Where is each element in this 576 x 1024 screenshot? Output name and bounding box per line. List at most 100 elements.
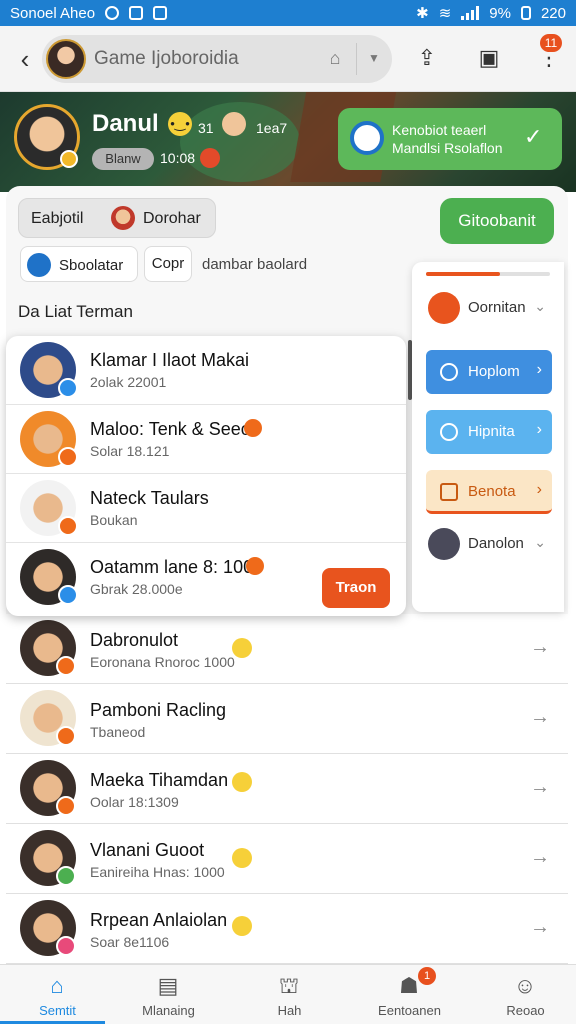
menu-item-bottom-label: Danolon xyxy=(468,535,524,552)
menu-button-1[interactable]: Hoplom › xyxy=(426,350,552,394)
notification-line1: Kenobiot teaerl xyxy=(392,122,487,138)
chat-icon xyxy=(153,6,168,20)
chevron-right-icon: › xyxy=(536,481,542,498)
friend-row[interactable]: Rrpean Anlaiolan Soar 8e1106 → xyxy=(6,894,568,964)
instagram-icon xyxy=(129,6,144,20)
player-chip[interactable]: Eabjotil Dorohar xyxy=(18,198,216,238)
nav-item-map[interactable]: ⛫ Hah xyxy=(232,965,347,1024)
friend-status-badge xyxy=(56,796,76,816)
messenger-icon xyxy=(105,6,120,20)
profile-name: Danul xyxy=(92,110,159,137)
friend-sub: Tbaneod xyxy=(90,724,146,740)
friend-sub: Eoronana Rnoroc 1000 xyxy=(90,654,235,670)
friend-sub: Soar 8e1106 xyxy=(90,934,170,950)
app-bar: ‹ Game Ijoboroidia ⌂ ▼ ⇪ ▣ ⋮ 11 xyxy=(0,26,576,92)
filter-icon xyxy=(27,253,51,277)
filter-chip-1[interactable]: Sboolatar xyxy=(20,246,138,282)
extra-text: 1ea7 xyxy=(256,120,288,136)
home-icon[interactable]: ⌂ xyxy=(324,47,346,69)
chevron-right-icon: › xyxy=(536,361,542,378)
friend-name: Rrpean Anlaiolan xyxy=(90,910,228,930)
arrow-right-icon[interactable]: → xyxy=(530,636,550,659)
battery-icon xyxy=(520,6,531,20)
menu-item-top-label: Oornitan xyxy=(468,299,526,316)
filter-chip-2[interactable]: Copr xyxy=(144,246,192,282)
filter-text: dambar baolard xyxy=(202,256,308,273)
bag-icon xyxy=(440,483,458,501)
home-icon: ⌂ xyxy=(50,973,64,998)
friend-name: Klamar I Ilaot Makai xyxy=(90,350,250,370)
friend-sub: Solar 18.121 xyxy=(90,443,170,459)
back-button[interactable]: ‹ xyxy=(12,44,38,74)
friend-name: Nateck Taulars xyxy=(90,488,209,508)
friend-row[interactable]: Dabronulot Eoronana Rnoroc 1000 → xyxy=(6,614,568,684)
menu-item-bottom[interactable]: Danolon ⌄ xyxy=(426,522,552,566)
arrow-right-icon[interactable]: → xyxy=(530,916,550,939)
nav-label: Eentoanen xyxy=(378,1003,441,1018)
tag-icon xyxy=(246,557,264,575)
share-icon[interactable]: ⇪ xyxy=(412,42,442,74)
map-icon: ⛫ xyxy=(278,973,300,998)
friend-status-badge xyxy=(56,656,76,676)
nav-item-store[interactable]: ▤ Mlanaing xyxy=(111,965,226,1024)
check-icon[interactable]: ✓ xyxy=(524,124,542,150)
notification-line2: Mandlsi Rsolaflon xyxy=(392,140,503,156)
emoji-icon xyxy=(232,916,252,936)
battery-percent: 9% xyxy=(489,4,511,22)
emoji-icon xyxy=(232,638,252,658)
character-icon xyxy=(222,112,246,136)
chevron-down-icon: ⌄ xyxy=(534,298,546,314)
status-bar: Sonoel Aheo ✱ ≋ 9% 220 xyxy=(0,0,576,26)
friend-name: Maloo: Tenk & Seeo xyxy=(90,419,251,439)
game-avatar xyxy=(46,39,86,79)
friend-sub: Oolar 18:1309 xyxy=(90,794,179,810)
emoji-icon xyxy=(232,848,252,868)
chevron-right-icon: › xyxy=(536,421,542,438)
status-carrier: Sonoel Aheo xyxy=(10,4,96,22)
orange-action-button[interactable]: Traon xyxy=(322,568,390,608)
divider xyxy=(356,43,357,75)
tag-icon xyxy=(244,419,262,437)
friend-row[interactable]: Nateck Taulars Boukan xyxy=(6,474,406,543)
nav-label: Hah xyxy=(277,1003,302,1018)
nav-item-home[interactable]: ⌂ Semtit xyxy=(0,965,115,1024)
timer-icon xyxy=(440,423,458,441)
app-logo-icon xyxy=(350,121,384,155)
nav-label: Semtit xyxy=(39,1003,76,1018)
friend-row[interactable]: Klamar I Ilaot Makai 2olak 22001 xyxy=(6,336,406,405)
bluetooth-icon: ✱ xyxy=(416,5,429,22)
chevron-down-icon[interactable]: ▼ xyxy=(364,47,384,69)
friend-sub: Eanireiha Hnas: 1000 xyxy=(90,864,225,880)
arrow-right-icon[interactable]: → xyxy=(530,776,550,799)
friend-status-badge xyxy=(58,516,78,536)
menu-button-2[interactable]: Hipnita › xyxy=(426,410,552,454)
mood-text: 31 xyxy=(198,120,214,136)
friend-row[interactable]: Maloo: Tenk & Seeo Solar 18.121 xyxy=(6,405,406,474)
friend-row[interactable]: Vlanani Guoot Eanireiha Hnas: 1000 → xyxy=(6,824,568,894)
friend-row[interactable]: Maeka Tihamdan Oolar 18:1309 → xyxy=(6,754,568,824)
friend-status-badge xyxy=(56,866,76,886)
friend-name: Dabronulot xyxy=(90,630,179,650)
primary-action-button[interactable]: Gitoobanit xyxy=(440,198,554,244)
smiley-icon: •‿• xyxy=(168,112,192,136)
person-icon: ☺ xyxy=(513,973,537,998)
arrow-right-icon[interactable]: → xyxy=(530,846,550,869)
friend-status-badge xyxy=(58,447,78,467)
section-title: Da Liat Terman xyxy=(18,302,133,321)
nav-item-profile[interactable]: ☺ Reoao xyxy=(468,965,576,1024)
notification-badge: 11 xyxy=(540,34,562,52)
gamepad-icon[interactable]: ▣ xyxy=(474,42,504,74)
search-text: Game Ijoboroidia xyxy=(94,48,239,69)
arrow-right-icon[interactable]: → xyxy=(530,706,550,729)
store-icon: ▤ xyxy=(157,973,179,998)
notification-card[interactable]: Kenobiot teaerl Mandlsi Rsolaflon ✓ xyxy=(338,108,562,170)
nav-item-friends[interactable]: ☗ Eentoanen xyxy=(352,965,467,1024)
status-chip[interactable]: Blanw xyxy=(92,148,154,170)
friend-status-badge xyxy=(56,936,76,956)
menu-item-top[interactable]: Oornitan ⌄ xyxy=(426,286,552,330)
search-bar[interactable]: Game Ijoboroidia ⌂ ▼ xyxy=(42,35,392,83)
menu-button-3[interactable]: Benota › xyxy=(426,470,552,514)
friend-status-badge xyxy=(58,585,78,605)
player-chip-left: Eabjotil xyxy=(31,210,84,227)
friend-row[interactable]: Pamboni Racling Tbaneod → xyxy=(6,684,568,754)
